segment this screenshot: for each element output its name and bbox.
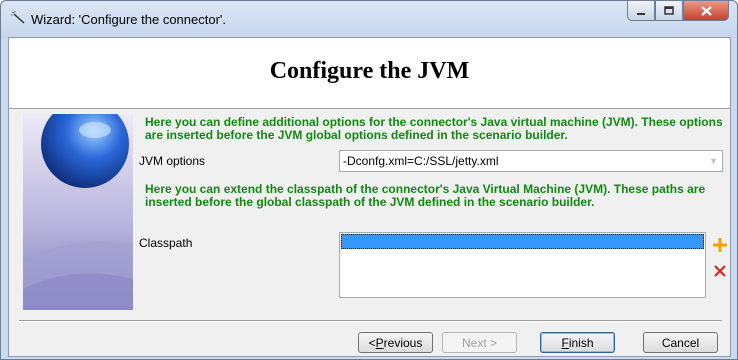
list-item[interactable] (341, 234, 704, 249)
window-title: Wizard: 'Configure the connector'. (31, 12, 226, 27)
finish-button-mnemonic: F (561, 335, 569, 350)
add-classpath-button[interactable] (711, 236, 729, 254)
previous-button[interactable]: < Previous (358, 332, 433, 353)
previous-button-mnemonic: P (375, 335, 384, 350)
footer-divider (19, 320, 722, 322)
jvm-options-value: -Dconfg.xml=C:/SSL/jetty.xml (343, 154, 499, 168)
classpath-list[interactable] (339, 232, 706, 298)
finish-button[interactable]: Finish (540, 332, 615, 353)
jvm-options-label: JVM options (139, 154, 206, 168)
previous-button-label: revious (383, 335, 423, 350)
classpath-label: Classpath (139, 236, 193, 250)
finish-button-label: inish (568, 335, 594, 350)
remove-classpath-button[interactable] (711, 262, 729, 280)
wizard-window: Wizard: 'Configure the connector'. Confi… (0, 0, 738, 360)
wand-icon (11, 11, 25, 24)
cancel-button[interactable]: Cancel (643, 332, 718, 353)
window-controls (627, 1, 729, 21)
maximize-icon (664, 6, 674, 15)
classpath-description: Here you can extend the classpath of the… (145, 182, 706, 209)
title-bar[interactable]: Wizard: 'Configure the connector'. (1, 1, 737, 39)
minimize-icon (637, 12, 645, 15)
jvm-options-description: Here you can define additional options f… (145, 115, 723, 142)
close-button[interactable] (683, 1, 729, 21)
next-button-label: Next > (461, 335, 497, 350)
minimize-button[interactable] (627, 1, 655, 21)
page-title: Configure the JVM (269, 58, 470, 84)
jvm-options-combobox[interactable]: -Dconfg.xml=C:/SSL/jetty.xml ▼ (339, 150, 723, 172)
dropdown-arrow-icon[interactable]: ▼ (705, 151, 722, 171)
previous-button-prefix: < (368, 335, 376, 350)
wizard-header: Configure the JVM (9, 38, 730, 109)
close-icon (700, 5, 712, 16)
next-button[interactable]: Next > (442, 332, 517, 353)
remove-x-icon (714, 265, 726, 277)
wizard-side-image (23, 114, 133, 310)
wizard-client-area: Configure the JVM Here you can define ad… (8, 37, 731, 357)
maximize-button[interactable] (655, 1, 683, 21)
cancel-button-label: Cancel (661, 335, 700, 350)
plus-icon (713, 238, 727, 252)
